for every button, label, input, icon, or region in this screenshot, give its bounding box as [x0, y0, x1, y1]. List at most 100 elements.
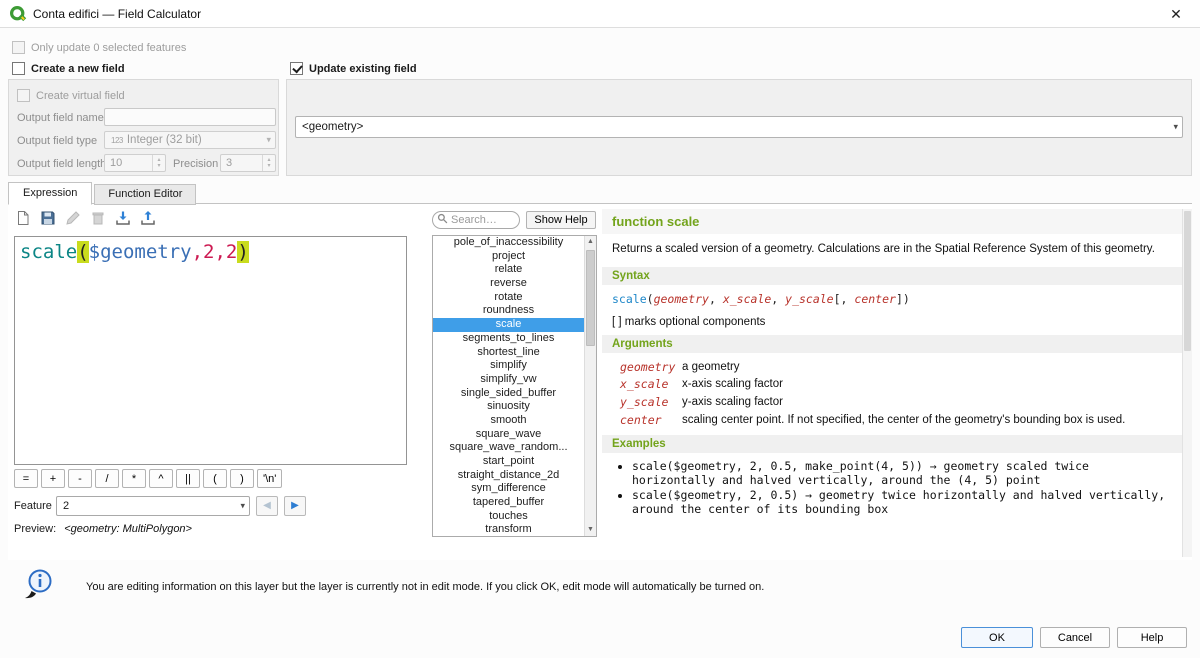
help-scrollbar[interactable]: [1182, 209, 1192, 557]
function-list-item[interactable]: start_point: [433, 455, 584, 469]
operator-button[interactable]: ): [230, 469, 254, 488]
operator-button[interactable]: =: [14, 469, 38, 488]
operator-row: =+-/*^||()'\n': [14, 469, 282, 488]
function-list-item[interactable]: touches: [433, 510, 584, 524]
function-list-item[interactable]: shortest_line: [433, 346, 584, 360]
output-field-name-label: Output field name: [17, 112, 104, 124]
close-button[interactable]: ✕: [1162, 0, 1190, 28]
function-list-item[interactable]: pole_of_inaccessibility: [433, 236, 584, 250]
syntax-line: scale(geometry, x_scale, y_scale[, cente…: [602, 285, 1182, 308]
dropdown-arrow-icon: ▾: [1173, 122, 1178, 133]
code-token: ): [237, 241, 248, 263]
only-update-checkbox[interactable]: Only update 0 selected features: [12, 40, 186, 55]
function-list-item[interactable]: square_wave: [433, 428, 584, 442]
feature-row: Feature 2 ▾ ◀ ▶: [14, 496, 306, 516]
spinner-arrows-icon[interactable]: ▴▾: [152, 155, 165, 171]
export-expression-button[interactable]: [137, 208, 159, 230]
tab-function-editor[interactable]: Function Editor: [94, 184, 196, 205]
checkbox-box: [17, 89, 30, 102]
scrollbar-thumb[interactable]: [1184, 211, 1191, 351]
save-expression-button[interactable]: [37, 208, 59, 230]
operator-button[interactable]: ^: [149, 469, 173, 488]
function-list-item[interactable]: segments_to_lines: [433, 332, 584, 346]
arguments-header: Arguments: [602, 335, 1182, 353]
code-token: ,2,2: [192, 241, 238, 263]
function-list-scrollbar[interactable]: ▲ ▼: [584, 236, 596, 536]
argument-description: x-axis scaling factor: [682, 377, 783, 392]
tab-expression[interactable]: Expression: [8, 182, 92, 205]
save-icon: [40, 210, 56, 229]
function-list-item[interactable]: relate: [433, 263, 584, 277]
syntax-token: (: [647, 292, 654, 306]
function-list-item[interactable]: tapered_buffer: [433, 496, 584, 510]
search-input[interactable]: [451, 214, 511, 226]
operator-button[interactable]: /: [95, 469, 119, 488]
argument-description: scaling center point. If not specified, …: [682, 413, 1125, 428]
new-file-icon: [15, 210, 31, 229]
create-virtual-field-checkbox[interactable]: Create virtual field: [17, 88, 125, 103]
example-item: scale($geometry, 2, 0.5) → geometry twic…: [632, 489, 1172, 516]
edit-expression-button[interactable]: [62, 208, 84, 230]
new-expression-button[interactable]: [12, 208, 34, 230]
syntax-token: ]: [896, 292, 903, 306]
function-list-item[interactable]: smooth: [433, 414, 584, 428]
import-expression-button[interactable]: [112, 208, 134, 230]
scrollbar-thumb[interactable]: [586, 250, 595, 346]
expression-editor[interactable]: scale($geometry,2,2): [14, 236, 407, 465]
function-list-item[interactable]: single_sided_buffer: [433, 387, 584, 401]
function-list-item[interactable]: simplify: [433, 359, 584, 373]
operator-button[interactable]: ||: [176, 469, 200, 488]
delete-expression-button[interactable]: [87, 208, 109, 230]
trash-icon: [90, 210, 106, 229]
syntax-header: Syntax: [602, 267, 1182, 285]
function-list-item[interactable]: rotate: [433, 291, 584, 305]
function-list-item[interactable]: roundness: [433, 304, 584, 318]
operator-button[interactable]: -: [68, 469, 92, 488]
update-existing-field-checkbox[interactable]: Update existing field: [290, 61, 417, 76]
code-token: scale: [20, 241, 77, 263]
existing-field-select[interactable]: <geometry> ▾: [295, 116, 1183, 138]
function-list-item[interactable]: project: [433, 250, 584, 264]
function-list-item[interactable]: reverse: [433, 277, 584, 291]
function-list-item[interactable]: sinuosity: [433, 400, 584, 414]
function-list-item[interactable]: square_wave_random...: [433, 441, 584, 455]
scroll-up-icon[interactable]: ▲: [585, 236, 596, 248]
show-help-button[interactable]: Show Help: [526, 211, 596, 229]
function-list-item[interactable]: simplify_vw: [433, 373, 584, 387]
syntax-token: ): [903, 292, 910, 306]
cancel-button[interactable]: Cancel: [1040, 627, 1110, 648]
function-list-container: pole_of_inaccessibilityprojectrelatereve…: [432, 235, 597, 537]
feature-value: 2: [63, 497, 69, 515]
scroll-down-icon[interactable]: ▼: [585, 524, 596, 536]
search-icon: [437, 213, 448, 227]
syntax-token: y_scale: [785, 292, 833, 306]
checkbox-box: [12, 62, 25, 75]
output-field-length-spinner[interactable]: 10 ▴▾: [104, 154, 166, 172]
operator-button[interactable]: (: [203, 469, 227, 488]
function-list-item[interactable]: scale: [433, 318, 584, 332]
examples-header: Examples: [602, 435, 1182, 453]
next-feature-button[interactable]: ▶: [284, 496, 306, 516]
operator-button[interactable]: '\n': [257, 469, 282, 488]
precision-spinner[interactable]: 3 ▴▾: [220, 154, 276, 172]
function-list-item[interactable]: straight_distance_2d: [433, 469, 584, 483]
expression-toolbar: [12, 208, 159, 230]
output-field-length-value: 10: [110, 155, 122, 171]
spinner-arrows-icon[interactable]: ▴▾: [262, 155, 275, 171]
output-field-type-select[interactable]: 123Integer (32 bit) ▾: [104, 131, 276, 149]
ok-button[interactable]: OK: [961, 627, 1033, 648]
function-search[interactable]: [432, 211, 520, 229]
operator-button[interactable]: *: [122, 469, 146, 488]
create-new-field-checkbox[interactable]: Create a new field: [12, 61, 125, 76]
help-button[interactable]: Help: [1117, 627, 1187, 648]
previous-feature-button[interactable]: ◀: [256, 496, 278, 516]
function-list-item[interactable]: transform: [433, 523, 584, 536]
chevron-right-icon: ▶: [291, 500, 299, 511]
function-list-item[interactable]: sym_difference: [433, 482, 584, 496]
create-virtual-field-label: Create virtual field: [36, 90, 125, 102]
feature-select[interactable]: 2 ▾: [56, 496, 250, 516]
output-field-name-input[interactable]: [104, 108, 276, 126]
operator-button[interactable]: +: [41, 469, 65, 488]
preview-label: Preview:: [14, 523, 56, 535]
new-field-panel: Create virtual field Output field name O…: [8, 79, 279, 176]
